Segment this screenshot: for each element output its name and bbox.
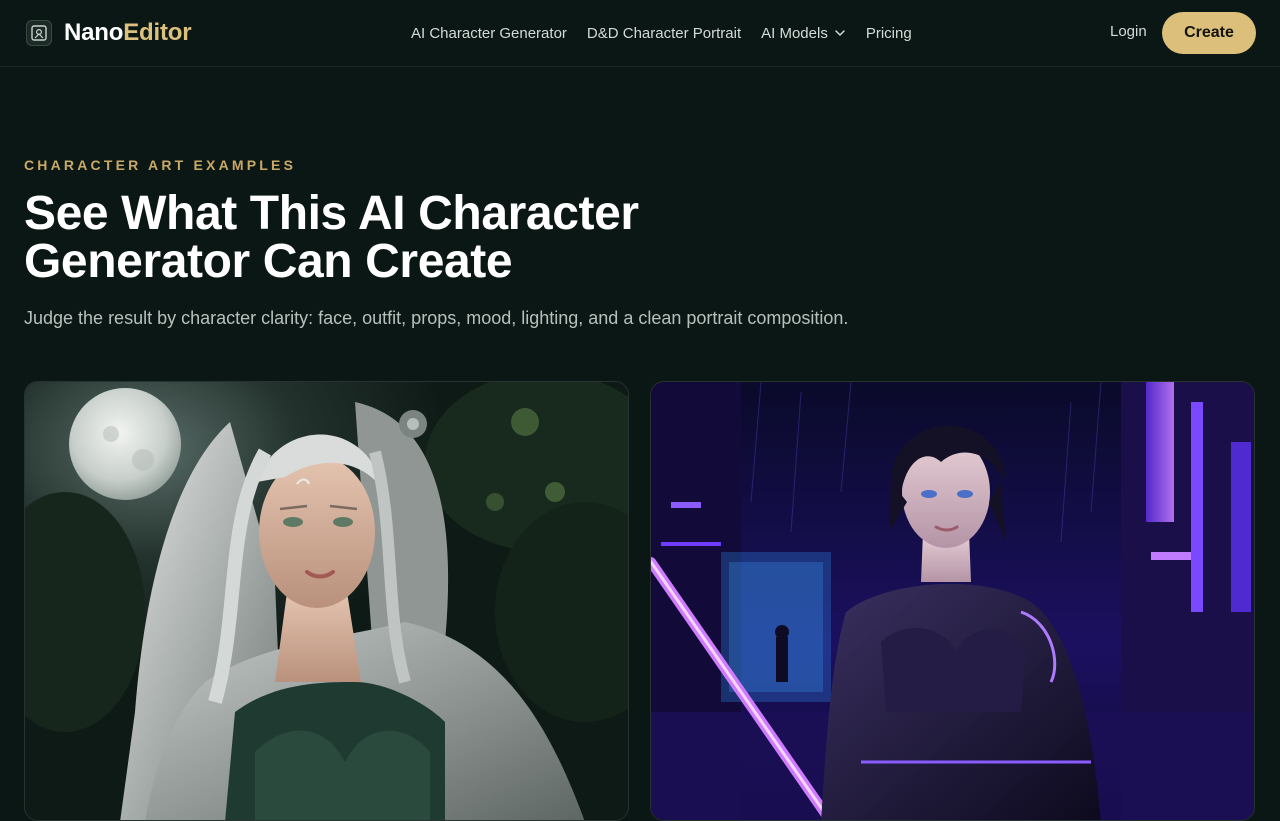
brand-logo-link[interactable]: NanoEditor (26, 18, 192, 48)
brand-name-part1: Nano (64, 19, 124, 46)
cyberpunk-character-image (651, 382, 1254, 820)
login-link[interactable]: Login (1110, 23, 1147, 40)
page-title-line1: See What This AI Character (24, 187, 639, 240)
primary-nav: AI Character Generator D&D Character Por… (411, 22, 912, 44)
fantasy-character-image (25, 382, 628, 820)
create-button[interactable]: Create (1162, 12, 1256, 54)
nav-link-dnd-character-portrait[interactable]: D&D Character Portrait (587, 25, 741, 42)
page-title: See What This AI Character Generator Can… (24, 190, 784, 286)
nav-link-pricing[interactable]: Pricing (866, 25, 912, 42)
example-card-cyberpunk[interactable] (650, 381, 1255, 821)
example-card-fantasy[interactable] (24, 381, 629, 821)
frame-spark-icon (26, 20, 52, 46)
section-subtitle: Judge the result by character clarity: f… (24, 308, 849, 328)
page-title-line2: Generator Can Create (24, 235, 513, 288)
brand-name: NanoEditor (64, 19, 192, 47)
chevron-down-icon (835, 30, 845, 36)
nav-link-ai-character-generator[interactable]: AI Character Generator (411, 25, 567, 42)
top-navigation: NanoEditor AI Character Generator D&D Ch… (0, 0, 1280, 67)
section-eyebrow: CHARACTER ART EXAMPLES (24, 157, 297, 173)
brand-name-part2: Editor (123, 19, 192, 46)
nav-link-ai-models-label: AI Models (761, 24, 828, 42)
nav-link-ai-models[interactable]: AI Models (761, 25, 846, 42)
